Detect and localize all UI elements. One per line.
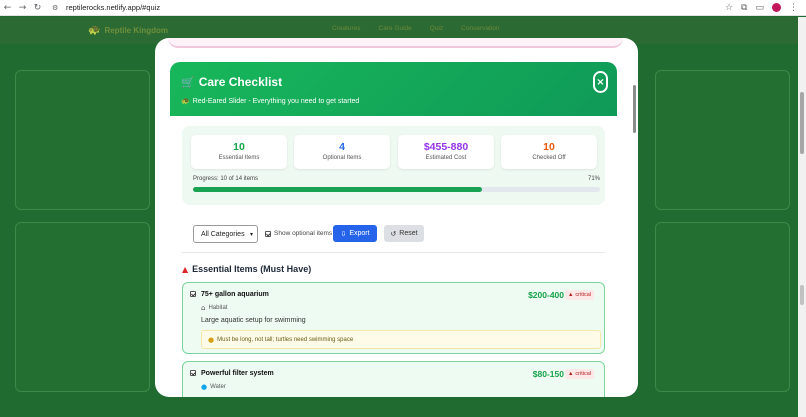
stat-essential-items: 10 Essential Items	[191, 135, 287, 169]
progress-row: Progress: 10 of 14 items 71%	[193, 176, 600, 182]
stat-checked-off: 10 Checked Off	[501, 135, 597, 169]
stat-label: Essential Items	[218, 155, 260, 161]
close-button[interactable]: ×	[593, 71, 608, 93]
menu-icon[interactable]: ⋮	[789, 3, 798, 13]
modal-title: 🛒 Care Checklist	[181, 75, 283, 89]
background-card	[15, 222, 150, 392]
stat-value: 4	[339, 141, 345, 153]
stat-label: Optional Items	[322, 155, 362, 161]
forward-icon[interactable]: →	[15, 0, 30, 16]
care-checklist-modal: 🛒 Care Checklist 🐢 Red-Eared Slider - Ev…	[155, 38, 638, 397]
item-category: ● Water	[201, 383, 226, 391]
house-icon: ⌂	[201, 304, 206, 312]
critical-badge: ▲ critical	[564, 369, 594, 379]
progress-label: Progress: 10 of 14 items	[193, 176, 259, 182]
nav-item-conservation[interactable]: Conservation	[461, 25, 499, 32]
reset-button[interactable]: ↺ Reset	[384, 225, 424, 242]
profile-avatar[interactable]	[772, 3, 781, 12]
checklist-item[interactable]: 75+ gallon aquarium $200-400 ▲ critical …	[182, 282, 605, 354]
turtle-icon: 🐢	[181, 97, 190, 105]
site-info-icon[interactable]: ⚙	[52, 4, 62, 12]
extensions-icon[interactable]: ⧉	[741, 3, 747, 13]
stat-estimated-cost: $455-880 Estimated Cost	[398, 135, 494, 169]
item-tip: ● Must be long, not tall; turtles need s…	[201, 330, 601, 349]
alert-icon: ▲	[567, 292, 574, 298]
page-scrollbar-thumb[interactable]	[800, 92, 804, 154]
background-card	[655, 70, 790, 210]
stat-value: $455-880	[423, 141, 469, 153]
item-checkbox[interactable]	[190, 291, 196, 297]
item-description: Large aquatic setup for swimming	[201, 317, 306, 324]
nav-item-quiz[interactable]: Quiz	[430, 25, 443, 32]
item-price: $80-150	[532, 369, 564, 379]
stat-value: 10	[233, 141, 245, 153]
site-nav: Creatures Care Guide Quiz Conservation	[332, 25, 499, 32]
nav-item-care-guide[interactable]: Care Guide	[379, 25, 412, 32]
category-select[interactable]: All Categories ▾	[193, 225, 258, 243]
reload-icon[interactable]: ↻	[30, 0, 45, 16]
checklist-item[interactable]: Powerful filter system $80-150 ▲ critica…	[182, 361, 605, 397]
alert-icon: ▲	[182, 264, 189, 274]
show-optional-toggle[interactable]: Show optional items	[265, 230, 332, 237]
show-optional-checkbox[interactable]	[265, 230, 271, 237]
stats-panel: 10 Essential Items 4 Optional Items $455…	[182, 126, 605, 205]
show-optional-label: Show optional items	[274, 230, 333, 237]
checklist-controls: All Categories ▾ Show optional items ⇩ E…	[182, 225, 605, 247]
critical-badge: ▲ critical	[564, 290, 594, 300]
item-category: ⌂ Habitat	[201, 304, 228, 312]
item-name: Powerful filter system	[201, 370, 274, 377]
nav-item-creatures[interactable]: Creatures	[332, 25, 361, 32]
bookmark-star-icon[interactable]: ☆	[725, 3, 733, 13]
modal-body: 10 Essential Items 4 Optional Items $455…	[170, 116, 617, 397]
stat-optional-items: 4 Optional Items	[294, 135, 390, 169]
alert-icon: ▲	[567, 371, 574, 377]
lightbulb-icon: ●	[208, 335, 215, 344]
progress-bar-fill	[193, 187, 482, 192]
item-checkbox[interactable]	[190, 370, 196, 376]
progress-bar	[193, 187, 600, 192]
reset-icon: ↺	[390, 229, 397, 238]
export-button[interactable]: ⇩ Export	[333, 225, 377, 242]
modal-header: 🛒 Care Checklist 🐢 Red-Eared Slider - Ev…	[170, 62, 617, 116]
divider	[182, 252, 605, 253]
sidebar-icon[interactable]: ▭	[755, 3, 764, 13]
section-title-essential: ▲ Essential Items (Must Have)	[182, 264, 312, 274]
back-icon[interactable]: ←	[0, 0, 15, 16]
site-logo[interactable]: 🐢 Reptile Kingdom	[88, 25, 168, 36]
modal-scrollbar-thumb[interactable]	[633, 85, 636, 133]
turtle-icon: 🐢	[88, 25, 101, 36]
previous-card-edge	[168, 38, 623, 48]
progress-percent: 71%	[587, 176, 600, 182]
stat-label: Estimated Cost	[425, 155, 467, 161]
background-card	[15, 70, 150, 210]
site-logo-text: Reptile Kingdom	[104, 26, 169, 35]
page-scrollbar-thumb-secondary[interactable]	[800, 285, 804, 305]
stat-value: 10	[543, 141, 555, 153]
url-text: reptilerocks.netlify.app/#quiz	[66, 3, 161, 12]
cart-icon: 🛒	[181, 75, 195, 89]
water-drop-icon: ●	[201, 383, 208, 391]
modal-subtitle: 🐢 Red-Eared Slider - Everything you need…	[181, 97, 360, 105]
item-name: 75+ gallon aquarium	[201, 291, 269, 298]
browser-toolbar: ← → ↻ ⚙ reptilerocks.netlify.app/#quiz ☆…	[0, 0, 806, 16]
background-card	[655, 222, 790, 392]
page-scrollbar[interactable]	[798, 17, 806, 417]
modal-scrollbar[interactable]	[632, 83, 637, 393]
address-bar[interactable]: ⚙ reptilerocks.netlify.app/#quiz	[49, 1, 689, 14]
chevron-down-icon: ▾	[249, 230, 253, 238]
item-price: $200-400	[528, 290, 564, 300]
download-icon: ⇩	[340, 229, 347, 238]
stat-label: Checked Off	[532, 155, 566, 161]
